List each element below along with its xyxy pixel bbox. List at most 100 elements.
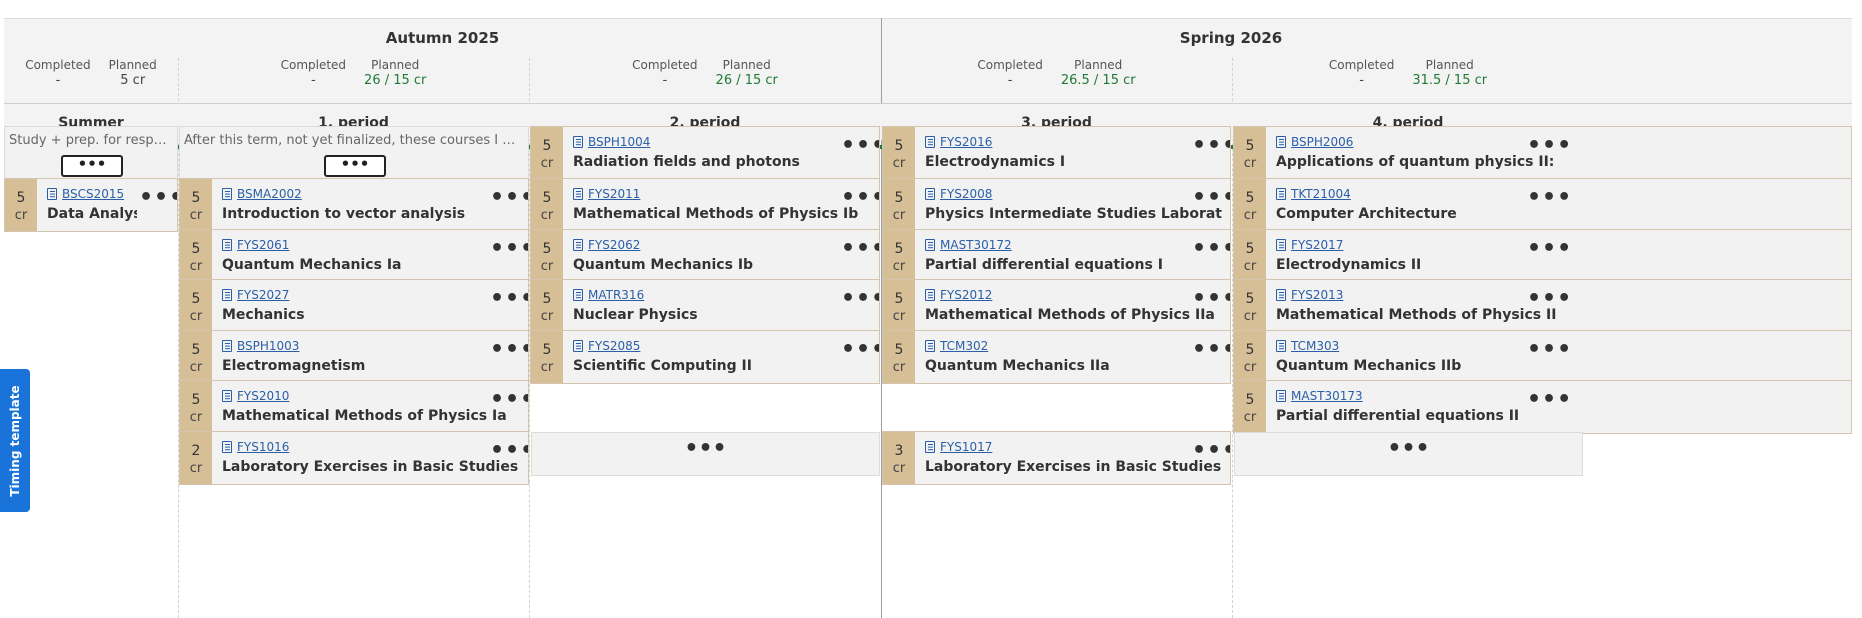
timing-template-tab[interactable]: Timing template xyxy=(0,369,30,512)
document-icon xyxy=(222,238,232,251)
course-card[interactable]: 5 cr FYS2027 Mechanics ••• xyxy=(179,279,529,333)
add-course-menu[interactable]: ••• xyxy=(532,438,879,460)
note-summer[interactable]: Study + prep. for respective e... ••• xyxy=(4,126,178,180)
course-menu-button[interactable]: ••• xyxy=(1527,135,1571,160)
course-menu-button[interactable]: ••• xyxy=(139,187,177,212)
course-card[interactable]: 5 cr MATR316 Nuclear Physics ••• xyxy=(530,279,880,333)
study-plan-board: Autumn 2025 Spring 2026 Completed - Plann… xyxy=(4,18,1852,618)
credit-value: 5 xyxy=(542,138,552,154)
course-menu-button[interactable]: ••• xyxy=(1527,338,1571,364)
course-card[interactable]: 5 cr BSPH1004 Radiation fields and photons •… xyxy=(530,126,880,180)
course-code-link[interactable]: FYS1017 xyxy=(940,440,992,454)
p1-stats: Completed - Planned 26 / 15 cr xyxy=(178,58,529,98)
course-card[interactable]: 5 cr TCM303 Quantum Mechanics IIb ••• xyxy=(1233,329,1852,384)
course-card[interactable]: 5 cr BSMA2002 Introduction to vector analys… xyxy=(179,178,529,232)
course-card[interactable]: 5 cr BSPH2006 Applications of quantum physi… xyxy=(1233,126,1852,180)
course-menu-button[interactable]: ••• xyxy=(1527,187,1571,212)
course-card[interactable]: 5 cr FYS2011 Mathematical Methods of Physic… xyxy=(530,178,880,232)
course-menu-button[interactable]: ••• xyxy=(1192,135,1230,160)
document-icon xyxy=(925,440,935,453)
course-menu-button[interactable]: ••• xyxy=(1527,237,1571,263)
course-menu-button[interactable]: ••• xyxy=(490,338,528,364)
course-card[interactable]: 2 cr FYS1016 Laboratory Exercises in Basic … xyxy=(179,430,529,485)
course-card[interactable]: 5 cr FYS2008 Physics Intermediate Studies L… xyxy=(882,178,1231,232)
course-code-link[interactable]: FYS1016 xyxy=(237,440,289,454)
course-card[interactable]: 5cr FYS2062 Quantum Mechanics Ib ••• xyxy=(530,228,880,283)
add-course-slot[interactable]: ••• xyxy=(1234,432,1583,476)
course-code-link[interactable]: TCM302 xyxy=(940,339,988,353)
add-course-menu[interactable]: ••• xyxy=(1235,438,1582,460)
course-code-link[interactable]: FYS2012 xyxy=(940,288,992,302)
course-code-row: FYS2017 xyxy=(1276,237,1343,253)
course-code-link[interactable]: BSPH1004 xyxy=(588,135,650,149)
course-card[interactable]: 3 cr FYS1017 Laboratory Exercises in Basic … xyxy=(882,430,1231,485)
course-menu-button[interactable]: ••• xyxy=(841,135,879,160)
course-menu-button[interactable]: ••• xyxy=(1527,288,1571,313)
course-menu-button[interactable]: ••• xyxy=(490,389,528,414)
course-menu-button[interactable]: ••• xyxy=(1192,439,1230,465)
course-code-link[interactable]: BSPH2006 xyxy=(1291,135,1353,149)
course-card[interactable]: 5 cr FYS2013 Mathematical Methods of Physic… xyxy=(1233,279,1852,333)
course-code-link[interactable]: FYS2011 xyxy=(588,187,640,201)
course-code-link[interactable]: FYS2061 xyxy=(237,238,289,252)
note-menu-button[interactable]: ••• xyxy=(324,155,386,177)
course-code-link[interactable]: FYS2017 xyxy=(1291,238,1343,252)
credit-badge: 5 cr xyxy=(883,179,915,231)
course-menu-button[interactable]: ••• xyxy=(841,338,879,364)
course-name: Introduction to vector analysis xyxy=(222,206,466,222)
course-code-link[interactable]: FYS2062 xyxy=(588,238,640,252)
credit-unit: cr xyxy=(892,208,906,223)
course-code-link[interactable]: FYS2085 xyxy=(588,339,640,353)
course-code-row: BSPH1003 xyxy=(222,338,299,354)
course-menu-button[interactable]: ••• xyxy=(490,237,528,263)
completed-value: - xyxy=(1007,73,1013,88)
course-code-link[interactable]: BSPH1003 xyxy=(237,339,299,353)
course-code-link[interactable]: FYS2013 xyxy=(1291,288,1343,302)
course-code-link[interactable]: FYS2008 xyxy=(940,187,992,201)
course-code-link[interactable]: FYS2027 xyxy=(237,288,289,302)
course-menu-button[interactable]: ••• xyxy=(1192,187,1230,212)
course-menu-button[interactable]: ••• xyxy=(1527,389,1571,414)
course-card[interactable]: 5 cr FYS2016 Electrodynamics I ••• xyxy=(882,126,1231,180)
course-card[interactable]: 5 cr FYS2010 Mathematical Methods of Physic… xyxy=(179,380,529,434)
course-menu-button[interactable]: ••• xyxy=(1192,338,1230,364)
course-code-link[interactable]: TCM303 xyxy=(1291,339,1339,353)
course-code-link[interactable]: MAST30172 xyxy=(940,238,1012,252)
add-course-slot[interactable]: ••• xyxy=(531,432,880,476)
course-code-link[interactable]: BSMA2002 xyxy=(237,187,302,201)
credit-badge: 5 cr xyxy=(1234,179,1266,231)
course-menu-button[interactable]: ••• xyxy=(1192,288,1230,313)
course-menu-button[interactable]: ••• xyxy=(841,187,879,212)
course-card[interactable]: 5cr BSPH1003 Electromagnetism ••• xyxy=(179,329,529,384)
course-card[interactable]: 5 cr TKT21004 Computer Architecture ••• xyxy=(1233,178,1852,232)
course-card[interactable]: 5cr TCM302 Quantum Mechanics IIa ••• xyxy=(882,329,1231,384)
course-code-link[interactable]: BSCS2015 xyxy=(62,187,124,201)
course-card[interactable]: 5cr FYS2061 Quantum Mechanics Ia ••• xyxy=(179,228,529,283)
credit-badge: 5 cr xyxy=(5,179,37,231)
course-menu-button[interactable]: ••• xyxy=(841,237,879,263)
course-card[interactable]: 5 cr FYS2017 Electrodynamics II ••• xyxy=(1233,228,1852,283)
course-menu-button[interactable]: ••• xyxy=(490,288,528,313)
course-code-link[interactable]: FYS2010 xyxy=(237,389,289,403)
course-menu-button[interactable]: ••• xyxy=(490,439,528,465)
course-card[interactable]: 5 cr MAST30172 Partial differential equatio… xyxy=(882,228,1231,283)
note-p1[interactable]: After this term, not yet finalized, thes… xyxy=(179,126,529,180)
course-menu-button[interactable]: ••• xyxy=(841,288,879,313)
document-icon xyxy=(1276,390,1286,402)
document-icon xyxy=(925,188,935,200)
course-menu-button[interactable]: ••• xyxy=(490,187,528,212)
course-code-link[interactable]: MATR316 xyxy=(588,288,644,302)
credit-badge: 5 cr xyxy=(531,330,563,383)
course-card[interactable]: 5cr FYS2085 Scientific Computing II ••• xyxy=(530,329,880,384)
course-card[interactable]: 5 cr BSCS2015 Data Analysis wit••• xyxy=(4,178,178,232)
note-menu-button[interactable]: ••• xyxy=(61,155,123,177)
course-code-link[interactable]: TKT21004 xyxy=(1291,187,1351,201)
course-card[interactable]: 5 cr FYS2012 Mathematical Methods of Physic… xyxy=(882,279,1231,333)
credit-value: 5 xyxy=(1245,291,1255,307)
course-card[interactable]: 5 cr MAST30173 Partial differential equatio… xyxy=(1233,380,1852,434)
course-code-link[interactable]: FYS2016 xyxy=(940,135,992,149)
course-code-link[interactable]: MAST30173 xyxy=(1291,389,1363,403)
course-menu-button[interactable]: ••• xyxy=(1192,237,1230,263)
course-name: Physics Intermediate Studies Laboratory … xyxy=(925,206,1222,222)
course-name: Mechanics xyxy=(222,307,305,323)
